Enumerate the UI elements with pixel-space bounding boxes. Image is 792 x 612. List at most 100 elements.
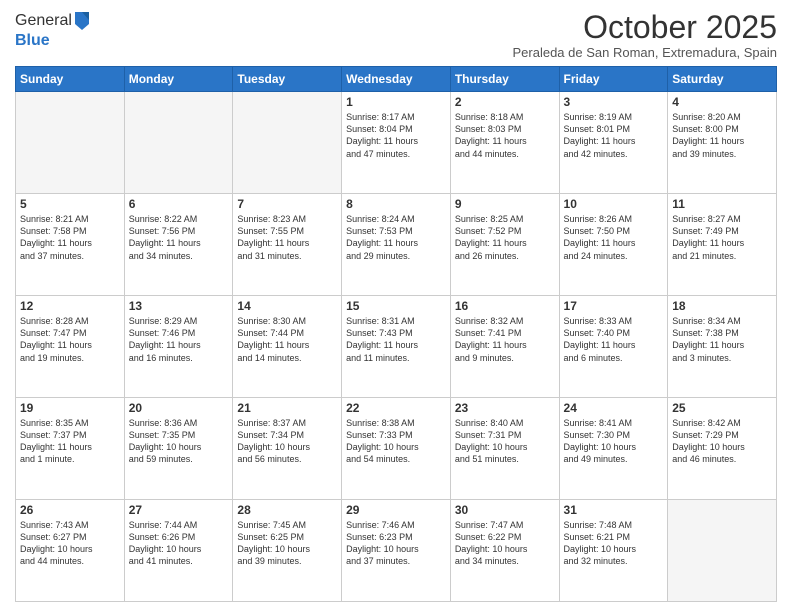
calendar-cell [16,92,125,194]
day-number: 6 [129,197,229,211]
cell-content: Sunrise: 8:18 AM Sunset: 8:03 PM Dayligh… [455,111,555,160]
day-number: 23 [455,401,555,415]
calendar-cell: 23 Sunrise: 8:40 AM Sunset: 7:31 PM Dayli… [450,398,559,500]
calendar-header-row: Sunday Monday Tuesday Wednesday Thursday… [16,67,777,92]
calendar-week-5: 26 Sunrise: 7:43 AM Sunset: 6:27 PM Dayli… [16,500,777,602]
calendar-cell [124,92,233,194]
cell-content: Sunrise: 8:34 AM Sunset: 7:38 PM Dayligh… [672,315,772,364]
calendar-cell: 7Sunrise: 8:23 AM Sunset: 7:55 PM Daylig… [233,194,342,296]
day-number: 19 [20,401,120,415]
calendar-cell: 4 Sunrise: 8:20 AM Sunset: 8:00 PM Daylig… [668,92,777,194]
day-number: 28 [237,503,337,517]
logo-icon [73,10,91,32]
day-number: 3 [564,95,664,109]
logo: General Blue [15,10,91,50]
calendar-cell: 9 Sunrise: 8:25 AM Sunset: 7:52 PM Daylig… [450,194,559,296]
day-number: 9 [455,197,555,211]
day-number: 5 [20,197,120,211]
calendar-cell: 12 Sunrise: 8:28 AM Sunset: 7:47 PM Dayli… [16,296,125,398]
month-title: October 2025 [513,10,778,45]
day-number: 31 [564,503,664,517]
location-subtitle: Peraleda de San Roman, Extremadura, Spai… [513,45,778,60]
calendar-cell: 27Sunrise: 7:44 AM Sunset: 6:26 PM Dayli… [124,500,233,602]
calendar-cell: 28 Sunrise: 7:45 AM Sunset: 6:25 PM Dayli… [233,500,342,602]
day-number: 18 [672,299,772,313]
cell-content: Sunrise: 8:20 AM Sunset: 8:00 PM Dayligh… [672,111,772,160]
cell-content: Sunrise: 8:30 AM Sunset: 7:44 PM Dayligh… [237,315,337,364]
day-number: 10 [564,197,664,211]
cell-content: Sunrise: 8:40 AM Sunset: 7:31 PM Dayligh… [455,417,555,466]
day-number: 8 [346,197,446,211]
calendar-cell: 2 Sunrise: 8:18 AM Sunset: 8:03 PM Daylig… [450,92,559,194]
cell-content: Sunrise: 7:46 AM Sunset: 6:23 PM Dayligh… [346,519,446,568]
calendar-cell: 19 Sunrise: 8:35 AM Sunset: 7:37 PM Dayli… [16,398,125,500]
calendar-cell: 21Sunrise: 8:37 AM Sunset: 7:34 PM Dayli… [233,398,342,500]
calendar-cell: 30Sunrise: 7:47 AM Sunset: 6:22 PM Dayli… [450,500,559,602]
day-number: 16 [455,299,555,313]
calendar-cell: 11 Sunrise: 8:27 AM Sunset: 7:49 PM Dayli… [668,194,777,296]
cell-content: Sunrise: 8:19 AM Sunset: 8:01 PM Dayligh… [564,111,664,160]
day-number: 26 [20,503,120,517]
calendar-cell: 29Sunrise: 7:46 AM Sunset: 6:23 PM Dayli… [342,500,451,602]
calendar-cell [668,500,777,602]
calendar-cell: 31 Sunrise: 7:48 AM Sunset: 6:21 PM Dayli… [559,500,668,602]
calendar-cell: 16 Sunrise: 8:32 AM Sunset: 7:41 PM Dayli… [450,296,559,398]
day-number: 4 [672,95,772,109]
day-number: 30 [455,503,555,517]
cell-content: Sunrise: 8:26 AM Sunset: 7:50 PM Dayligh… [564,213,664,262]
calendar-cell: 22 Sunrise: 8:38 AM Sunset: 7:33 PM Dayli… [342,398,451,500]
day-number: 11 [672,197,772,211]
cell-content: Sunrise: 8:29 AM Sunset: 7:46 PM Dayligh… [129,315,229,364]
col-monday: Monday [124,67,233,92]
col-friday: Friday [559,67,668,92]
day-number: 15 [346,299,446,313]
calendar-cell: 1 Sunrise: 8:17 AM Sunset: 8:04 PM Daylig… [342,92,451,194]
calendar-cell: 3 Sunrise: 8:19 AM Sunset: 8:01 PM Daylig… [559,92,668,194]
calendar-cell: 6Sunrise: 8:22 AM Sunset: 7:56 PM Daylig… [124,194,233,296]
cell-content: Sunrise: 8:21 AM Sunset: 7:58 PM Dayligh… [20,213,120,262]
col-thursday: Thursday [450,67,559,92]
col-saturday: Saturday [668,67,777,92]
calendar-cell: 15 Sunrise: 8:31 AM Sunset: 7:43 PM Dayli… [342,296,451,398]
calendar-cell: 14Sunrise: 8:30 AM Sunset: 7:44 PM Dayli… [233,296,342,398]
day-number: 22 [346,401,446,415]
cell-content: Sunrise: 8:33 AM Sunset: 7:40 PM Dayligh… [564,315,664,364]
cell-content: Sunrise: 7:45 AM Sunset: 6:25 PM Dayligh… [237,519,337,568]
calendar-cell: 25Sunrise: 8:42 AM Sunset: 7:29 PM Dayli… [668,398,777,500]
day-number: 12 [20,299,120,313]
calendar-cell: 18 Sunrise: 8:34 AM Sunset: 7:38 PM Dayli… [668,296,777,398]
day-number: 2 [455,95,555,109]
cell-content: Sunrise: 7:43 AM Sunset: 6:27 PM Dayligh… [20,519,120,568]
cell-content: Sunrise: 8:41 AM Sunset: 7:30 PM Dayligh… [564,417,664,466]
day-number: 21 [237,401,337,415]
cell-content: Sunrise: 8:28 AM Sunset: 7:47 PM Dayligh… [20,315,120,364]
cell-content: Sunrise: 8:17 AM Sunset: 8:04 PM Dayligh… [346,111,446,160]
calendar-week-3: 12 Sunrise: 8:28 AM Sunset: 7:47 PM Dayli… [16,296,777,398]
day-number: 13 [129,299,229,313]
cell-content: Sunrise: 7:44 AM Sunset: 6:26 PM Dayligh… [129,519,229,568]
cell-content: Sunrise: 7:48 AM Sunset: 6:21 PM Dayligh… [564,519,664,568]
calendar-week-2: 5 Sunrise: 8:21 AM Sunset: 7:58 PM Daylig… [16,194,777,296]
calendar-cell: 20Sunrise: 8:36 AM Sunset: 7:35 PM Dayli… [124,398,233,500]
calendar-cell: 8 Sunrise: 8:24 AM Sunset: 7:53 PM Daylig… [342,194,451,296]
cell-content: Sunrise: 8:32 AM Sunset: 7:41 PM Dayligh… [455,315,555,364]
day-number: 1 [346,95,446,109]
cell-content: Sunrise: 8:38 AM Sunset: 7:33 PM Dayligh… [346,417,446,466]
calendar-table: Sunday Monday Tuesday Wednesday Thursday… [15,66,777,602]
cell-content: Sunrise: 8:42 AM Sunset: 7:29 PM Dayligh… [672,417,772,466]
calendar-week-4: 19 Sunrise: 8:35 AM Sunset: 7:37 PM Dayli… [16,398,777,500]
col-tuesday: Tuesday [233,67,342,92]
cell-content: Sunrise: 8:36 AM Sunset: 7:35 PM Dayligh… [129,417,229,466]
calendar-cell: 10 Sunrise: 8:26 AM Sunset: 7:50 PM Dayli… [559,194,668,296]
calendar-cell: 24Sunrise: 8:41 AM Sunset: 7:30 PM Dayli… [559,398,668,500]
cell-content: Sunrise: 8:31 AM Sunset: 7:43 PM Dayligh… [346,315,446,364]
logo-blue-text: Blue [15,32,50,49]
day-number: 17 [564,299,664,313]
calendar-week-1: 1 Sunrise: 8:17 AM Sunset: 8:04 PM Daylig… [16,92,777,194]
cell-content: Sunrise: 8:35 AM Sunset: 7:37 PM Dayligh… [20,417,120,466]
cell-content: Sunrise: 8:27 AM Sunset: 7:49 PM Dayligh… [672,213,772,262]
col-wednesday: Wednesday [342,67,451,92]
cell-content: Sunrise: 8:24 AM Sunset: 7:53 PM Dayligh… [346,213,446,262]
logo-general-text: General [15,12,72,30]
cell-content: Sunrise: 8:25 AM Sunset: 7:52 PM Dayligh… [455,213,555,262]
